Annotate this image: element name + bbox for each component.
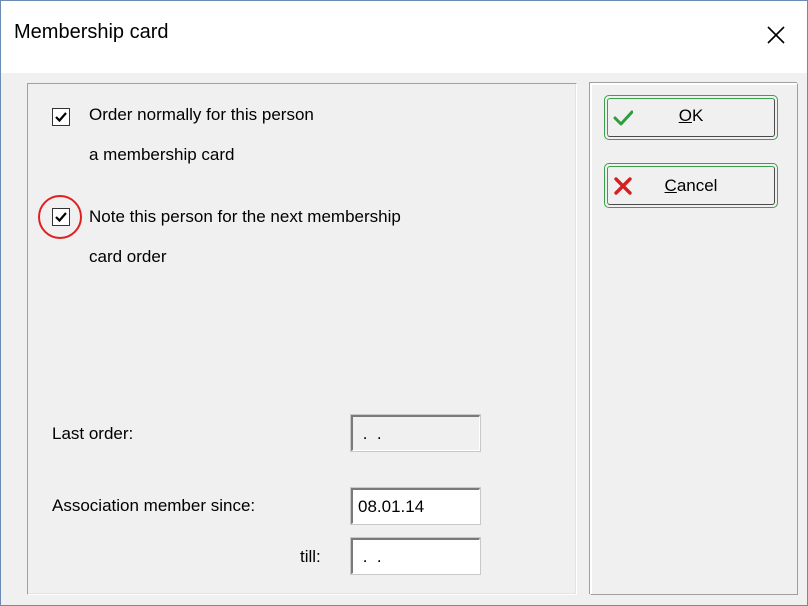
order-normally-label: Order normally for this person xyxy=(89,105,314,124)
order-normally-label-line2: a membership card xyxy=(89,145,235,164)
cancel-button[interactable]: Cancel xyxy=(604,163,778,208)
note-next-order-label-line2: card order xyxy=(89,247,167,266)
cancel-accel: C xyxy=(664,176,677,195)
note-next-order-label: Note this person for the next membership xyxy=(89,207,401,226)
ok-label: OK xyxy=(605,106,777,126)
member-since-field[interactable] xyxy=(350,487,481,525)
close-button[interactable] xyxy=(745,1,807,73)
ok-button[interactable]: OK xyxy=(604,95,778,140)
membership-card-dialog: Membership card Order normally for this … xyxy=(0,0,808,606)
window-title: Membership card xyxy=(14,21,169,43)
ok-accel: O xyxy=(678,106,692,125)
last-order-field xyxy=(350,414,481,452)
close-icon xyxy=(765,24,787,51)
member-since-label: Association member since: xyxy=(52,496,256,515)
till-field[interactable] xyxy=(350,537,481,575)
buttons-panel xyxy=(590,83,798,595)
checkmark-glyph xyxy=(55,112,67,123)
cancel-label: Cancel xyxy=(605,176,777,196)
checkmark-glyph xyxy=(55,212,67,223)
last-order-label: Last order: xyxy=(52,424,134,443)
cancel-rest: ancel xyxy=(676,176,718,195)
title-bar[interactable]: Membership card xyxy=(1,1,807,73)
note-next-order-checkbox[interactable] xyxy=(52,208,70,226)
order-normally-checkbox[interactable] xyxy=(52,108,70,126)
ok-rest: K xyxy=(691,106,704,125)
till-label: till: xyxy=(300,547,321,566)
